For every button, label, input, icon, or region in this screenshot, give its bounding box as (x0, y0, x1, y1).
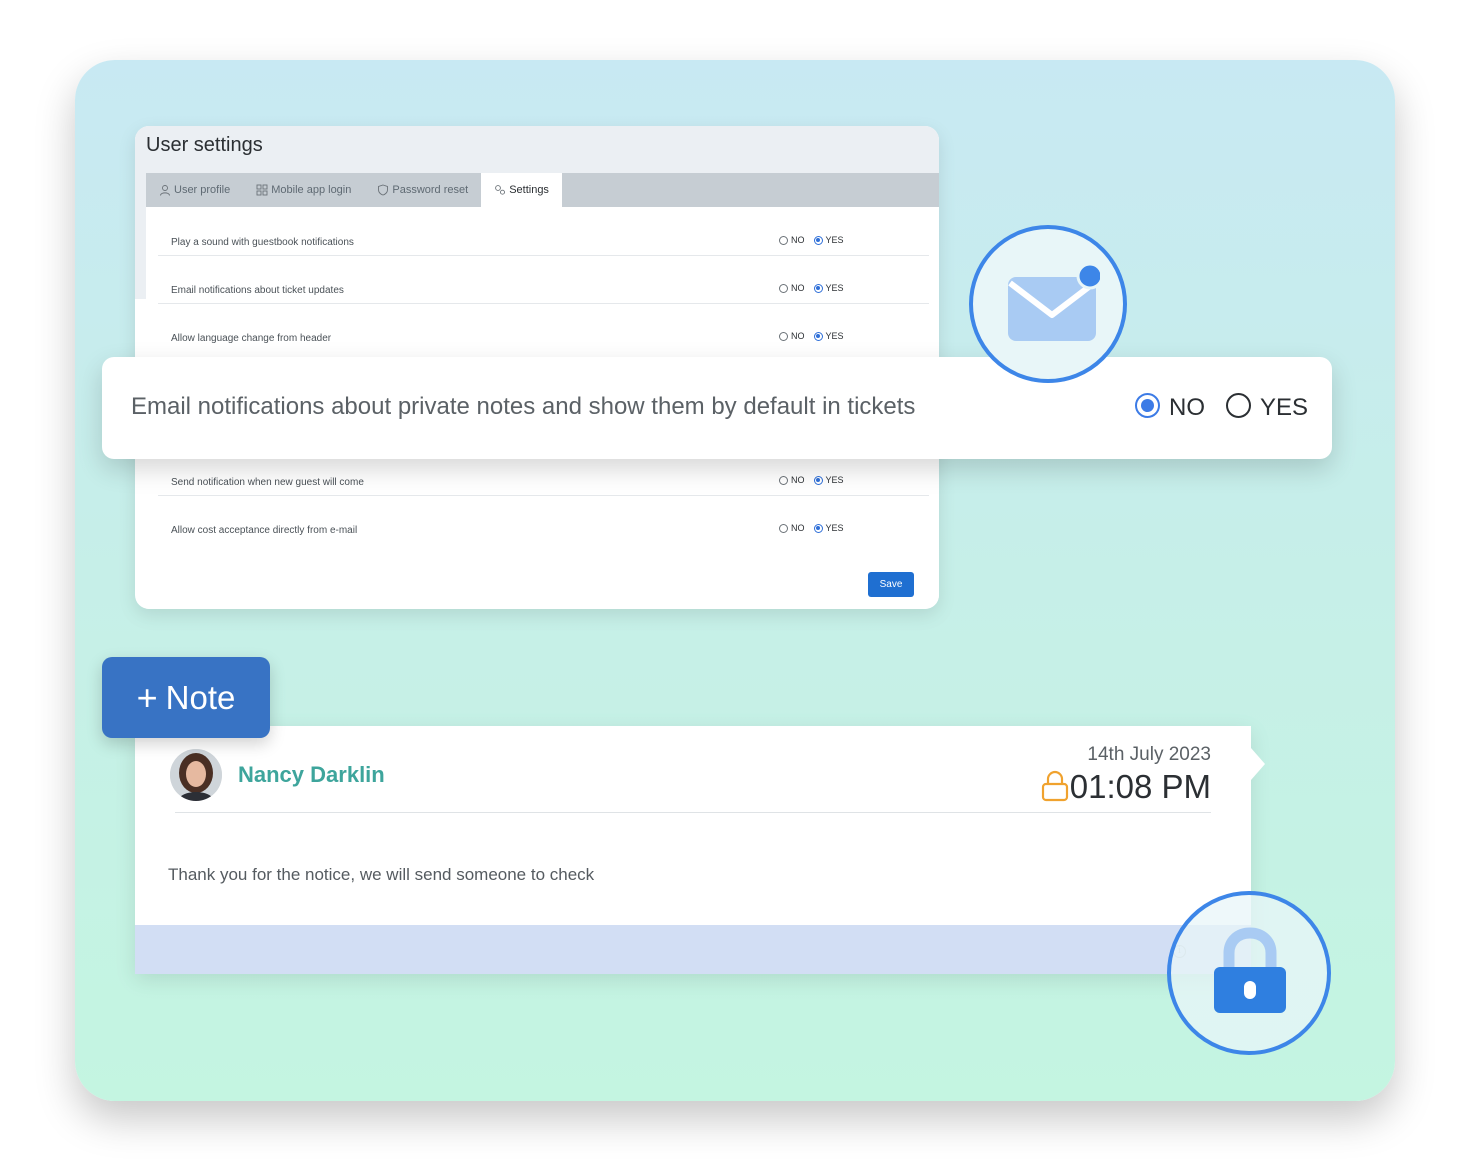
radio-group: NO YES (779, 475, 853, 485)
radio-no[interactable] (779, 523, 788, 533)
add-note-label: Note (165, 678, 236, 716)
lock-icon (1041, 770, 1069, 802)
padlock-icon (1214, 927, 1286, 1013)
envelope-notification-icon (1008, 263, 1100, 341)
radio-no-label: NO (791, 331, 805, 341)
user-icon (160, 185, 170, 196)
radio-no[interactable] (779, 235, 788, 245)
note-divider (175, 812, 1211, 813)
plus-icon: + (136, 676, 158, 718)
radio-group: NO YES (779, 523, 853, 533)
highlight-radio-yes[interactable] (1226, 392, 1251, 418)
avatar (170, 749, 222, 801)
highlight-radio-yes-label: YES (1260, 394, 1309, 421)
setting-label: Play a sound with guestbook notification… (171, 237, 354, 248)
tab-label: User profile (174, 184, 231, 196)
radio-no[interactable] (779, 283, 788, 293)
radio-yes-label: YES (825, 523, 844, 533)
radio-group: NO YES (779, 331, 853, 341)
qr-icon (256, 184, 268, 196)
radio-no[interactable] (779, 331, 788, 341)
note-text: Thank you for the notice, we will send s… (168, 865, 595, 884)
panel-title: User settings (146, 134, 263, 156)
radio-yes-label: YES (825, 283, 844, 293)
radio-group: NO YES (779, 235, 853, 245)
note-footer: i (135, 925, 1251, 974)
note-card-pointer (1251, 748, 1265, 780)
lock-badge (1167, 891, 1331, 1055)
radio-yes-label: YES (825, 331, 844, 341)
mail-badge (969, 225, 1127, 383)
author-name: Nancy Darklin (238, 762, 385, 787)
radio-yes[interactable] (813, 523, 823, 533)
setting-label: Allow language change from header (171, 333, 332, 344)
highlighted-setting-row: Email notifications about private notes … (102, 357, 1332, 459)
setting-row: Email notifications about ticket updates… (158, 255, 929, 304)
note-card: Nancy Darklin 14th July 2023 01:08 PM Th… (135, 726, 1251, 974)
radio-no-label: NO (791, 283, 805, 293)
radio-no-label: NO (791, 475, 805, 485)
highlight-radio-no-label: NO (1169, 394, 1205, 421)
shield-icon (378, 184, 389, 196)
highlight-radio-group: NO YES (1135, 388, 1329, 422)
tab-mobile-app-login[interactable]: Mobile app login (243, 173, 364, 207)
radio-yes[interactable] (813, 331, 823, 341)
setting-row: Allow language change from header NO YES (158, 303, 929, 351)
radio-no[interactable] (779, 475, 788, 485)
tab-label: Mobile app login (271, 184, 352, 196)
highlight-label: Email notifications about private notes … (131, 393, 916, 420)
settings-tabbar: User profile Mobile app login Password r… (146, 173, 939, 207)
setting-row: Allow cost acceptance directly from e-ma… (158, 495, 929, 543)
radio-yes[interactable] (813, 475, 823, 485)
setting-label: Send notification when new guest will co… (171, 477, 364, 488)
radio-no-label: NO (791, 235, 805, 245)
tab-settings[interactable]: Settings (481, 173, 562, 207)
highlight-radio-no[interactable] (1135, 392, 1160, 418)
setting-row: Play a sound with guestbook notification… (158, 207, 929, 256)
setting-label: Email notifications about ticket updates (171, 285, 344, 296)
radio-no-label: NO (791, 523, 805, 533)
radio-yes[interactable] (813, 283, 823, 293)
tab-user-profile[interactable]: User profile (146, 173, 243, 207)
radio-yes-label: YES (825, 475, 844, 485)
radio-yes[interactable] (813, 235, 823, 245)
tab-label: Settings (509, 184, 549, 196)
setting-label: Allow cost acceptance directly from e-ma… (171, 525, 358, 536)
tab-label: Password reset (392, 184, 469, 196)
radio-group: NO YES (779, 283, 853, 293)
tab-password-reset[interactable]: Password reset (364, 173, 481, 207)
add-note-button[interactable]: + Note (102, 657, 270, 738)
radio-yes-label: YES (825, 235, 844, 245)
avatar-portrait-icon (170, 749, 222, 801)
save-button[interactable]: Save (868, 572, 914, 597)
gears-icon (495, 185, 506, 195)
note-date: 14th July 2023 (1087, 744, 1211, 765)
note-time: 01:08 PM (1069, 768, 1211, 805)
